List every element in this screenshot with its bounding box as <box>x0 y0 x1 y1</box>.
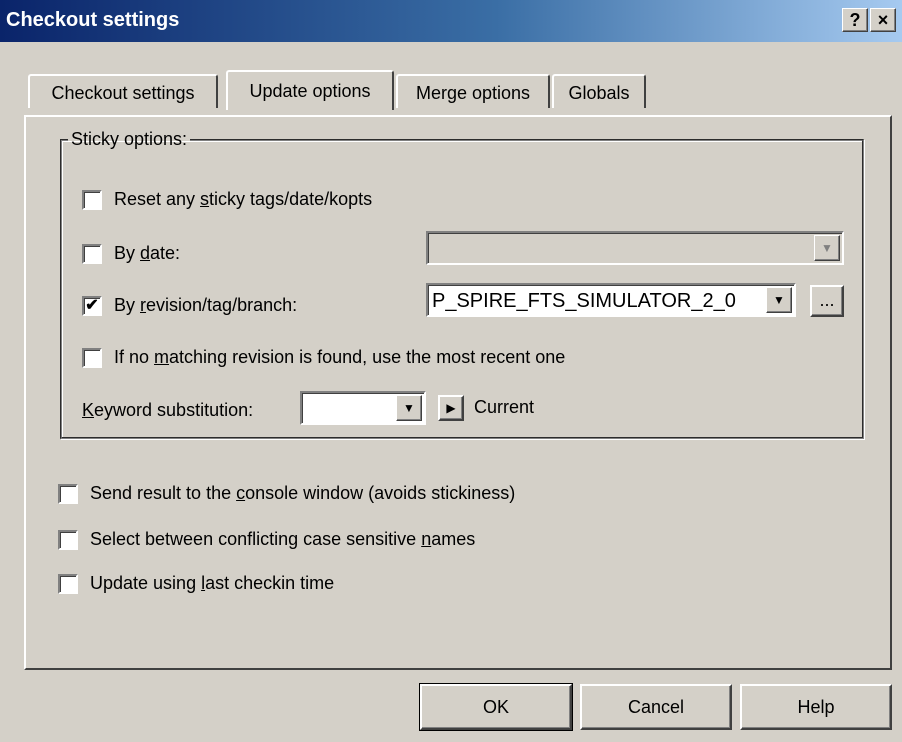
reset-sticky-label: Reset any sticky tags/date/kopts <box>114 189 373 209</box>
browse-button[interactable]: ... <box>810 285 844 317</box>
tab-globals[interactable]: Globals <box>552 74 646 108</box>
tab-update-options[interactable]: Update options <box>226 70 394 110</box>
no-match-label: If no matching revision is found, use th… <box>114 347 566 367</box>
title-bar: Checkout settings ? × <box>0 0 902 42</box>
case-names-option[interactable]: Select between conflicting case sensitiv… <box>58 529 475 550</box>
case-names-label: Select between conflicting case sensitiv… <box>90 529 476 549</box>
reset-sticky-option[interactable]: Reset any sticky tags/date/kopts <box>82 189 372 210</box>
close-icon[interactable]: × <box>870 8 896 32</box>
tab-checkout-settings[interactable]: Checkout settings <box>28 74 218 108</box>
window-title: Checkout settings <box>6 9 180 31</box>
by-date-option[interactable]: By date: <box>82 243 180 264</box>
keyword-current-label: Current <box>474 397 535 417</box>
by-revision-option[interactable]: ✔ By revision/tag/branch: <box>82 295 297 316</box>
help-button[interactable]: Help <box>740 684 892 730</box>
console-label: Send result to the console window (avoid… <box>90 483 516 503</box>
console-option[interactable]: Send result to the console window (avoid… <box>58 483 515 504</box>
last-checkin-option[interactable]: Update using last checkin time <box>58 573 334 594</box>
case-names-checkbox[interactable] <box>58 529 78 550</box>
last-checkin-label: Update using last checkin time <box>90 573 335 593</box>
by-revision-label: By revision/tag/branch: <box>114 295 298 315</box>
help-icon[interactable]: ? <box>842 8 868 32</box>
play-icon[interactable]: ▶ <box>438 395 464 421</box>
cancel-button[interactable]: Cancel <box>580 684 732 730</box>
chevron-down-icon[interactable]: ▼ <box>766 287 792 313</box>
console-checkbox[interactable] <box>58 483 78 504</box>
sticky-options-legend: Sticky options: <box>71 129 188 149</box>
chevron-down-icon[interactable]: ▼ <box>814 235 840 261</box>
chevron-down-icon[interactable]: ▼ <box>396 395 422 421</box>
reset-sticky-checkbox[interactable] <box>82 189 102 210</box>
keyword-substitution-combo[interactable]: ▼ <box>300 391 426 425</box>
last-checkin-checkbox[interactable] <box>58 573 78 594</box>
revision-value[interactable]: P_SPIRE_FTS_SIMULATOR_2_0 <box>432 290 764 313</box>
by-date-label: By date: <box>114 243 181 263</box>
ok-button[interactable]: OK <box>419 683 573 731</box>
no-match-option[interactable]: If no matching revision is found, use th… <box>82 347 565 368</box>
tab-panel: Sticky options: Reset any sticky tags/da… <box>24 115 892 670</box>
by-date-checkbox[interactable] <box>82 243 102 264</box>
no-match-checkbox[interactable] <box>82 347 102 368</box>
by-date-combo[interactable]: ▼ <box>426 231 844 265</box>
tab-merge-options[interactable]: Merge options <box>396 74 550 108</box>
revision-combo[interactable]: P_SPIRE_FTS_SIMULATOR_2_0 ▼ <box>426 283 796 317</box>
by-revision-checkbox[interactable]: ✔ <box>82 295 102 316</box>
keyword-substitution-label: Keyword substitution: <box>82 400 254 420</box>
